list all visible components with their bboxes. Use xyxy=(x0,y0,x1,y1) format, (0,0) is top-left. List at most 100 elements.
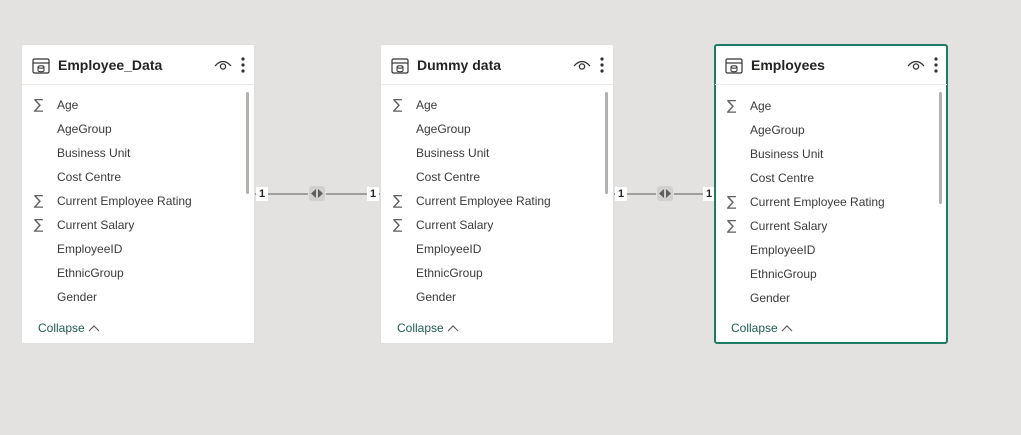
field-row[interactable]: Gender xyxy=(381,285,613,309)
field-name: Current Employee Rating xyxy=(416,194,551,208)
collapse-button[interactable]: Collapse xyxy=(38,321,100,335)
cardinality-badge-from: 1 xyxy=(615,187,627,201)
field-row[interactable]: AgeGroup xyxy=(22,117,254,141)
field-row[interactable]: EmployeeID xyxy=(381,237,613,261)
field-name: Age xyxy=(57,98,79,112)
cardinality-badge-from: 1 xyxy=(256,187,268,201)
table-icon xyxy=(724,56,744,76)
field-row[interactable]: EthnicGroup xyxy=(715,262,946,286)
cardinality-badge-to: 1 xyxy=(367,187,379,201)
field-row[interactable]: Gender xyxy=(22,285,254,309)
bidirectional-filter-icon[interactable] xyxy=(308,185,326,202)
field-name: Cost Centre xyxy=(416,170,481,184)
field-name: Gender xyxy=(416,290,457,304)
field-list: ∑ Age AgeGroup Business Unit Cost Centre ∑ Cur… xyxy=(716,94,946,310)
table-card[interactable]: Employee_Data ∑ Age AgeGroup Business Unit Co… xyxy=(21,44,255,344)
field-row[interactable]: ∑ Current Salary xyxy=(22,213,254,237)
field-row[interactable]: Business Unit xyxy=(381,141,613,165)
more-options-icon[interactable] xyxy=(933,56,939,74)
field-row[interactable]: EmployeeID xyxy=(715,238,946,262)
field-name: Business Unit xyxy=(750,147,824,161)
model-canvas[interactable]: 1 1 1 1 Employee_Data ∑ Age AgeGroup Busines… xyxy=(0,0,1021,435)
field-list: ∑ Age AgeGroup Business Unit Cost Centre ∑ Cur… xyxy=(381,93,613,309)
scrollbar[interactable] xyxy=(605,92,608,194)
field-name: Current Employee Rating xyxy=(57,194,192,208)
field-row[interactable]: EthnicGroup xyxy=(22,261,254,285)
field-row[interactable]: Cost Centre xyxy=(715,166,946,190)
sigma-icon: ∑ xyxy=(34,193,44,209)
field-row[interactable]: EthnicGroup xyxy=(381,261,613,285)
field-row[interactable]: ∑ Age xyxy=(381,93,613,117)
eye-icon[interactable] xyxy=(214,58,232,72)
collapse-label: Collapse xyxy=(38,321,85,335)
collapse-button[interactable]: Collapse xyxy=(731,321,793,335)
table-icon xyxy=(390,56,410,76)
field-row[interactable]: EmployeeID xyxy=(22,237,254,261)
sigma-icon: ∑ xyxy=(34,217,44,233)
bidirectional-filter-icon[interactable] xyxy=(656,185,674,202)
field-name: AgeGroup xyxy=(750,123,805,137)
field-name: EthnicGroup xyxy=(416,266,483,280)
sigma-icon: ∑ xyxy=(727,218,737,234)
more-options-icon[interactable] xyxy=(599,56,605,74)
table-title: Employees xyxy=(751,57,825,73)
field-row[interactable]: ∑ Current Salary xyxy=(381,213,613,237)
field-row[interactable]: AgeGroup xyxy=(715,118,946,142)
sigma-icon: ∑ xyxy=(393,217,403,233)
field-name: EthnicGroup xyxy=(57,266,124,280)
field-name: Current Employee Rating xyxy=(750,195,885,209)
field-row[interactable]: Cost Centre xyxy=(22,165,254,189)
field-row[interactable]: Business Unit xyxy=(22,141,254,165)
field-name: AgeGroup xyxy=(416,122,471,136)
field-row[interactable]: ∑ Age xyxy=(22,93,254,117)
scrollbar[interactable] xyxy=(246,92,249,194)
table-title: Employee_Data xyxy=(58,57,163,73)
more-options-icon[interactable] xyxy=(240,56,246,74)
field-name: Gender xyxy=(750,291,791,305)
chevron-up-icon xyxy=(781,321,793,335)
field-name: Business Unit xyxy=(57,146,131,160)
field-row[interactable]: Business Unit xyxy=(715,142,946,166)
chevron-up-icon xyxy=(88,321,100,335)
sigma-icon: ∑ xyxy=(34,97,44,113)
sigma-icon: ∑ xyxy=(393,97,403,113)
field-name: Current Salary xyxy=(57,218,135,232)
sigma-icon: ∑ xyxy=(727,98,737,114)
field-list: ∑ Age AgeGroup Business Unit Cost Centre ∑ Cur… xyxy=(22,93,254,309)
field-name: Gender xyxy=(57,290,98,304)
table-card[interactable]: Employees ∑ Age AgeGroup Business Unit Cost C… xyxy=(714,44,948,344)
field-row[interactable]: ∑ Current Salary xyxy=(715,214,946,238)
field-row[interactable]: Gender xyxy=(715,286,946,310)
field-name: Current Salary xyxy=(750,219,828,233)
table-header[interactable]: Dummy data xyxy=(381,45,613,85)
field-row[interactable]: ∑ Current Employee Rating xyxy=(381,189,613,213)
collapse-label: Collapse xyxy=(731,321,778,335)
table-header[interactable]: Employee_Data xyxy=(22,45,254,85)
field-name: Age xyxy=(416,98,438,112)
eye-icon[interactable] xyxy=(907,58,925,72)
field-row[interactable]: AgeGroup xyxy=(381,117,613,141)
field-name: Current Salary xyxy=(416,218,494,232)
field-name: Cost Centre xyxy=(57,170,122,184)
field-name: Age xyxy=(750,99,772,113)
collapse-button[interactable]: Collapse xyxy=(397,321,459,335)
field-row[interactable]: ∑ Current Employee Rating xyxy=(715,190,946,214)
table-icon xyxy=(31,56,51,76)
field-row[interactable]: Cost Centre xyxy=(381,165,613,189)
table-card[interactable]: Dummy data ∑ Age AgeGroup Business Unit Cost … xyxy=(380,44,614,344)
field-name: EmployeeID xyxy=(750,243,816,257)
field-name: Cost Centre xyxy=(750,171,815,185)
field-row[interactable]: ∑ Current Employee Rating xyxy=(22,189,254,213)
collapse-label: Collapse xyxy=(397,321,444,335)
table-header[interactable]: Employees xyxy=(715,45,947,85)
field-name: EmployeeID xyxy=(416,242,482,256)
field-name: AgeGroup xyxy=(57,122,112,136)
eye-icon[interactable] xyxy=(573,58,591,72)
chevron-up-icon xyxy=(447,321,459,335)
field-name: EmployeeID xyxy=(57,242,123,256)
table-title: Dummy data xyxy=(417,57,502,73)
sigma-icon: ∑ xyxy=(393,193,403,209)
field-row[interactable]: ∑ Age xyxy=(715,94,946,118)
scrollbar[interactable] xyxy=(939,92,942,204)
field-name: Business Unit xyxy=(416,146,490,160)
